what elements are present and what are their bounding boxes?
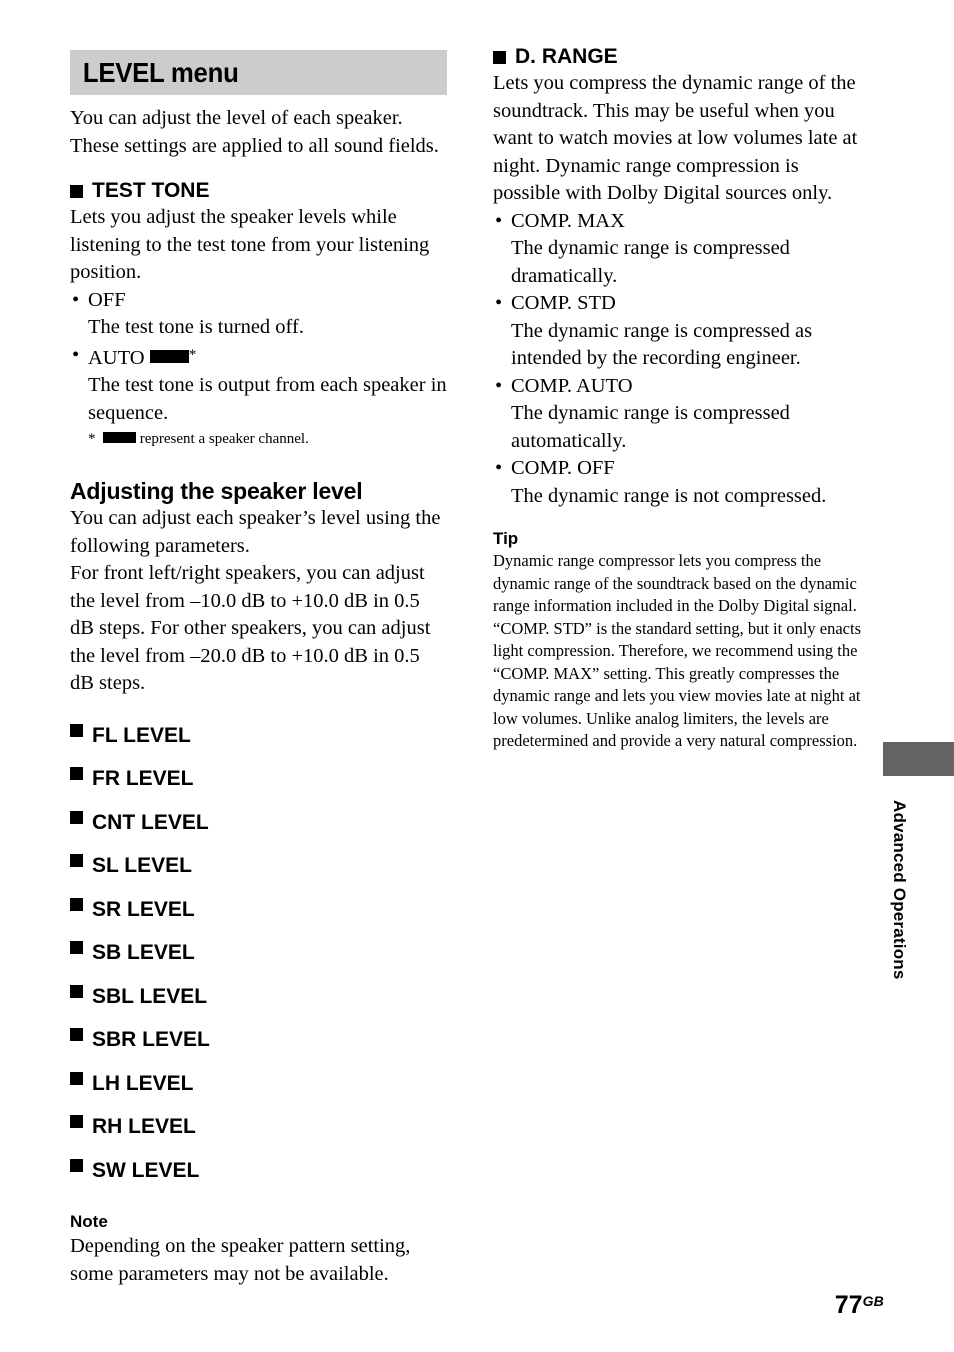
tip-paragraph-2: “COMP. STD” is the standard setting, but… [493,618,862,751]
right-column: D. RANGE Lets you compress the dynamic r… [493,44,871,753]
footnote-asterisk: * [88,431,96,447]
level-item-label: LH LEVEL [92,1071,194,1095]
level-item-label: FR LEVEL [92,767,194,790]
tip-heading: Tip [493,529,519,548]
intro-paragraph: You can adjust the level of each speaker… [70,107,439,157]
bullet-dot-icon: • [72,288,80,311]
note-text: Depending on the speaker pattern setting… [70,1235,411,1285]
square-bullet-icon [70,984,83,998]
square-bullet-icon [70,767,83,780]
square-bullet-icon [70,1158,83,1172]
speaker-channel-square-icon [114,432,125,443]
side-tab-label: Advanced Operations [890,800,909,980]
option-row-comp-std: • COMP. STD [493,290,871,318]
adjusting-paragraph-1: You can adjust each speaker’s level usin… [70,507,441,557]
manual-page: LEVEL menu You can adjust the level of e… [0,0,954,1352]
option-description-comp-max: The dynamic range is compressed dramatic… [511,237,790,287]
region-code: GB [862,1293,884,1309]
option-label: OFF [88,288,126,311]
square-bullet-icon [70,941,83,954]
level-list-item: SL LEVEL [70,854,448,898]
square-bullet-icon [70,723,83,737]
speaker-channel-square-icon [103,432,114,443]
level-list-item: LH LEVEL [70,1071,448,1116]
level-list-item: SB LEVEL [70,941,448,985]
square-bullet-icon [70,810,83,824]
tip-paragraph-1: Dynamic range compressor lets you compre… [493,551,857,615]
option-row-comp-max: • COMP. MAX [493,208,871,236]
option-description-comp-off: The dynamic range is not compressed. [511,484,827,507]
level-item-label: SR LEVEL [92,897,195,921]
level-list-item: SBR LEVEL [70,1028,448,1072]
level-item-label: SBL LEVEL [92,984,208,1008]
level-parameter-list: FL LEVEL FR LEVEL CNT LEVEL SL LEVEL SR … [70,723,448,1203]
option-label: COMP. MAX [511,209,625,232]
option-row-comp-off: • COMP. OFF [493,455,871,483]
speaker-channel-square-icon [149,349,163,363]
test-tone-footnote: * represent a speaker channel. [70,427,448,451]
footnote-asterisk: * [188,346,197,363]
option-row-auto: • AUTO * [70,342,448,373]
option-description-auto: The test tone is output from each speake… [88,374,447,424]
option-description-comp-std: The dynamic range is compressed as inten… [511,319,813,370]
level-item-label: SL LEVEL [92,854,192,877]
level-item-label: SBR LEVEL [92,1028,210,1051]
square-bullet-icon [70,184,83,198]
bullet-dot-icon: • [495,457,503,479]
level-menu-banner: LEVEL menu [70,50,447,95]
page-number-value: 77 [834,1291,863,1319]
square-bullet-icon [70,854,83,867]
option-label: COMP. STD [511,292,616,314]
square-bullet-icon [70,897,83,911]
level-list-item: FR LEVEL [70,767,448,811]
square-bullet-icon [70,1115,83,1128]
level-item-label: FL LEVEL [92,723,191,747]
adjusting-paragraph-2: For front left/right speakers, you can a… [70,562,431,694]
page-number: 77GB [835,1293,884,1318]
option-label: COMP. AUTO [511,374,633,397]
test-tone-description: Lets you adjust the speaker levels while… [70,206,430,283]
left-column: LEVEL menu You can adjust the level of e… [70,50,448,1288]
option-label: AUTO [88,346,145,369]
speaker-channel-square-icon [125,432,136,443]
page-title: LEVEL menu [82,56,239,88]
level-list-item: RH LEVEL [70,1115,448,1159]
level-item-label: CNT LEVEL [92,810,209,834]
option-row-comp-auto: • COMP. AUTO [493,373,871,401]
section-heading-label: D. RANGE [515,45,618,68]
level-item-label: SW LEVEL [92,1158,200,1182]
speaker-channel-square-icon [162,349,176,363]
square-bullet-icon [70,1028,83,1041]
level-list-item: SR LEVEL [70,897,448,942]
option-description-off: The test tone is turned off. [88,316,304,338]
subsection-heading-adjusting: Adjusting the speaker level [70,478,363,504]
footnote-text: represent a speaker channel. [139,431,309,447]
level-list-item: SBL LEVEL [70,984,448,1029]
level-list-item: SW LEVEL [70,1158,448,1203]
d-range-description: Lets you compress the dynamic range of t… [493,72,858,204]
section-thumb-tab [883,742,954,776]
bullet-dot-icon: • [72,343,80,366]
option-description-comp-auto: The dynamic range is compressed automati… [511,402,790,452]
bullet-dot-icon: • [495,209,503,232]
section-heading-d-range: D. RANGE [493,44,871,70]
square-bullet-icon [493,50,506,64]
option-label: COMP. OFF [511,457,615,479]
section-heading-test-tone: TEST TONE [70,178,448,204]
section-heading-label: TEST TONE [92,179,210,202]
level-item-label: SB LEVEL [92,941,195,964]
speaker-channel-square-icon [175,349,189,363]
level-list-item: CNT LEVEL [70,810,448,855]
note-heading: Note [70,1212,108,1231]
bullet-dot-icon: • [495,292,503,314]
level-item-label: RH LEVEL [92,1115,196,1138]
option-row-off: • OFF [70,287,448,315]
bullet-dot-icon: • [495,374,503,397]
level-list-item: FL LEVEL [70,723,448,768]
square-bullet-icon [70,1071,83,1085]
